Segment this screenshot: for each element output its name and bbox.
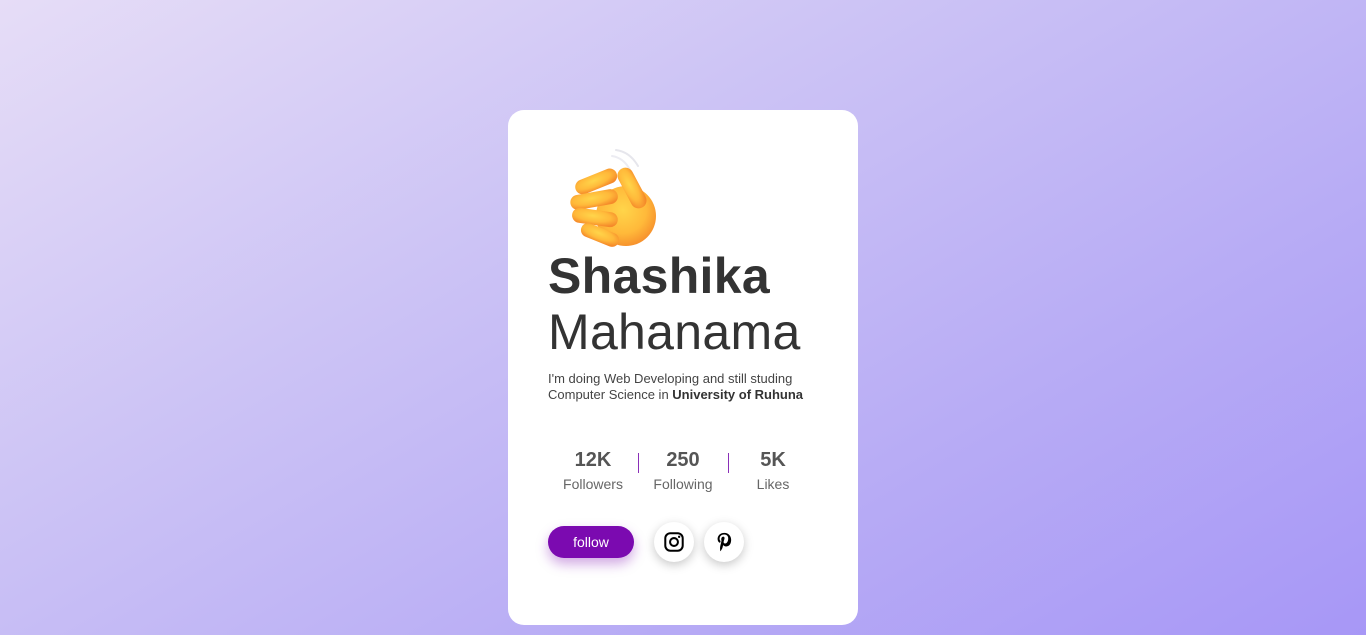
stat-value: 250 (666, 449, 700, 471)
instagram-button[interactable] (654, 522, 694, 562)
stat-value: 12K (574, 449, 612, 471)
pinterest-button[interactable] (704, 522, 744, 562)
stat-divider (728, 453, 729, 473)
first-name: Shashika (548, 248, 770, 304)
follow-button[interactable]: follow (548, 526, 634, 558)
stat-following: 250 Following (638, 448, 728, 496)
stat-label: Followers (563, 476, 623, 492)
bio-university: University of Ruhuna (672, 387, 804, 402)
instagram-icon (663, 531, 685, 553)
stat-label: Likes (756, 476, 790, 492)
stat-label: Following (653, 476, 713, 492)
stat-value: 5K (760, 449, 786, 471)
stat-followers: 12K Followers (548, 448, 638, 496)
profile-card: Shashika Mahanama I'm doing Web Developi… (508, 110, 858, 625)
last-name: Mahanama (548, 304, 801, 360)
pinterest-icon (714, 531, 734, 553)
bio-text: I'm doing Web Developing and still studi… (548, 371, 820, 403)
stat-divider (638, 453, 639, 473)
stat-likes: 5K Likes (728, 448, 818, 496)
waving-hand-icon (564, 144, 664, 250)
stats-row: 12K Followers 250 Following 5K Likes (548, 448, 818, 496)
